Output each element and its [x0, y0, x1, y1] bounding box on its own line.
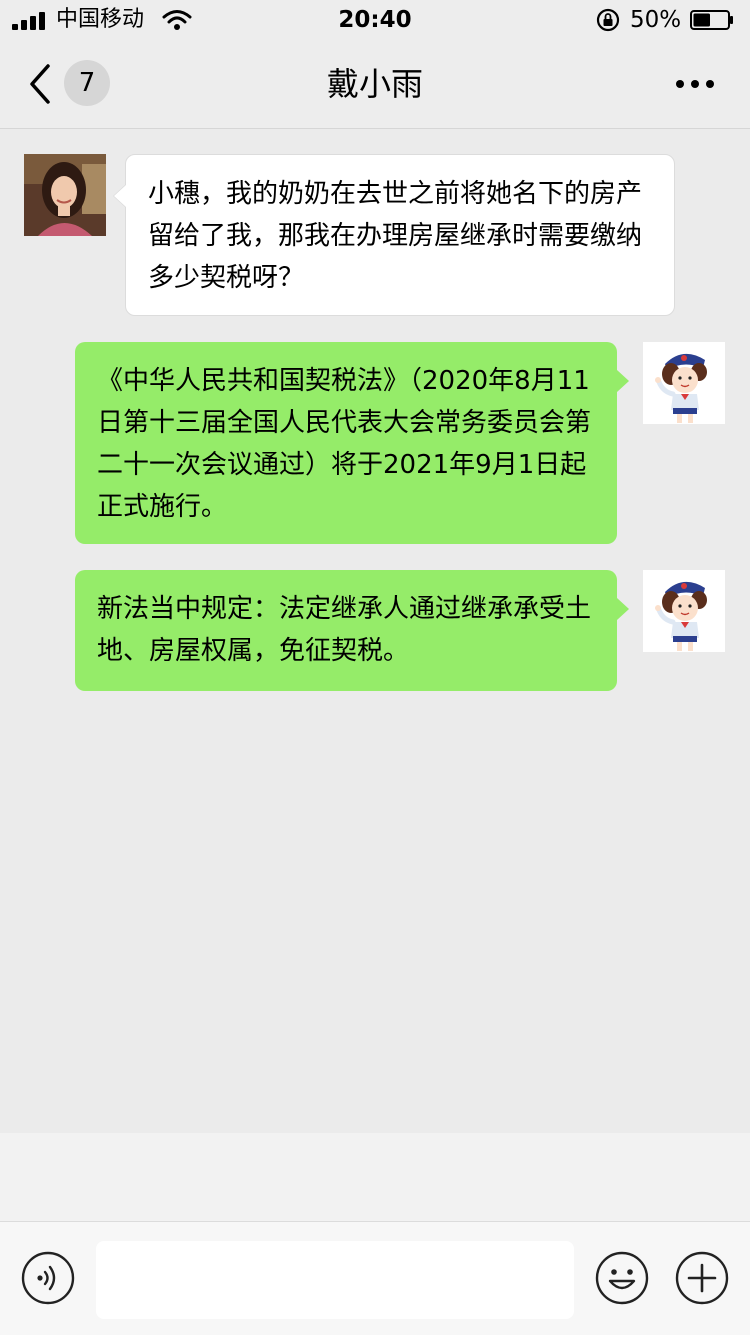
- chat-header: 7 戴小雨: [0, 40, 750, 129]
- status-bar: 中国移动 20:40 50%: [0, 0, 750, 40]
- battery-icon: [690, 10, 733, 30]
- battery-percentage: 50%: [630, 7, 682, 33]
- contact-avatar[interactable]: [24, 154, 106, 236]
- chat-footer-spacer: [0, 1133, 750, 1221]
- message-bubble-outgoing[interactable]: 《中华人民共和国契税法》（2020年8月11日第十三届全国人民代表大会常务委员会…: [75, 342, 629, 544]
- more-icon[interactable]: [670, 68, 720, 100]
- message-text: 《中华人民共和国契税法》（2020年8月11日第十三届全国人民代表大会常务委员会…: [97, 366, 592, 522]
- message-bubble-outgoing[interactable]: 新法当中规定：法定继承人通过继承承受土地、房屋权属，免征契税。: [75, 570, 629, 691]
- message-bubble-incoming[interactable]: 小穗，我的奶奶在去世之前将她名下的房产留给了我，那我在办理房屋继承时需要缴纳多少…: [113, 154, 675, 316]
- my-avatar[interactable]: [643, 570, 725, 652]
- input-bar: [0, 1221, 750, 1335]
- emoji-icon[interactable]: [594, 1250, 650, 1306]
- message-text: 新法当中规定：法定继承人通过继承承受土地、房屋权属，免征契税。: [97, 594, 592, 666]
- message-text: 小穗，我的奶奶在去世之前将她名下的房产留给了我，那我在办理房屋继承时需要缴纳多少…: [148, 179, 643, 293]
- message-input[interactable]: [96, 1241, 574, 1319]
- voice-icon[interactable]: [20, 1250, 76, 1306]
- plus-icon[interactable]: [674, 1250, 730, 1306]
- chat-title: 戴小雨: [326, 65, 423, 103]
- rotation-lock-icon: [596, 8, 620, 32]
- my-avatar[interactable]: [643, 342, 725, 424]
- message-list[interactable]: 小穗，我的奶奶在去世之前将她名下的房产留给了我，那我在办理房屋继承时需要缴纳多少…: [0, 129, 750, 1133]
